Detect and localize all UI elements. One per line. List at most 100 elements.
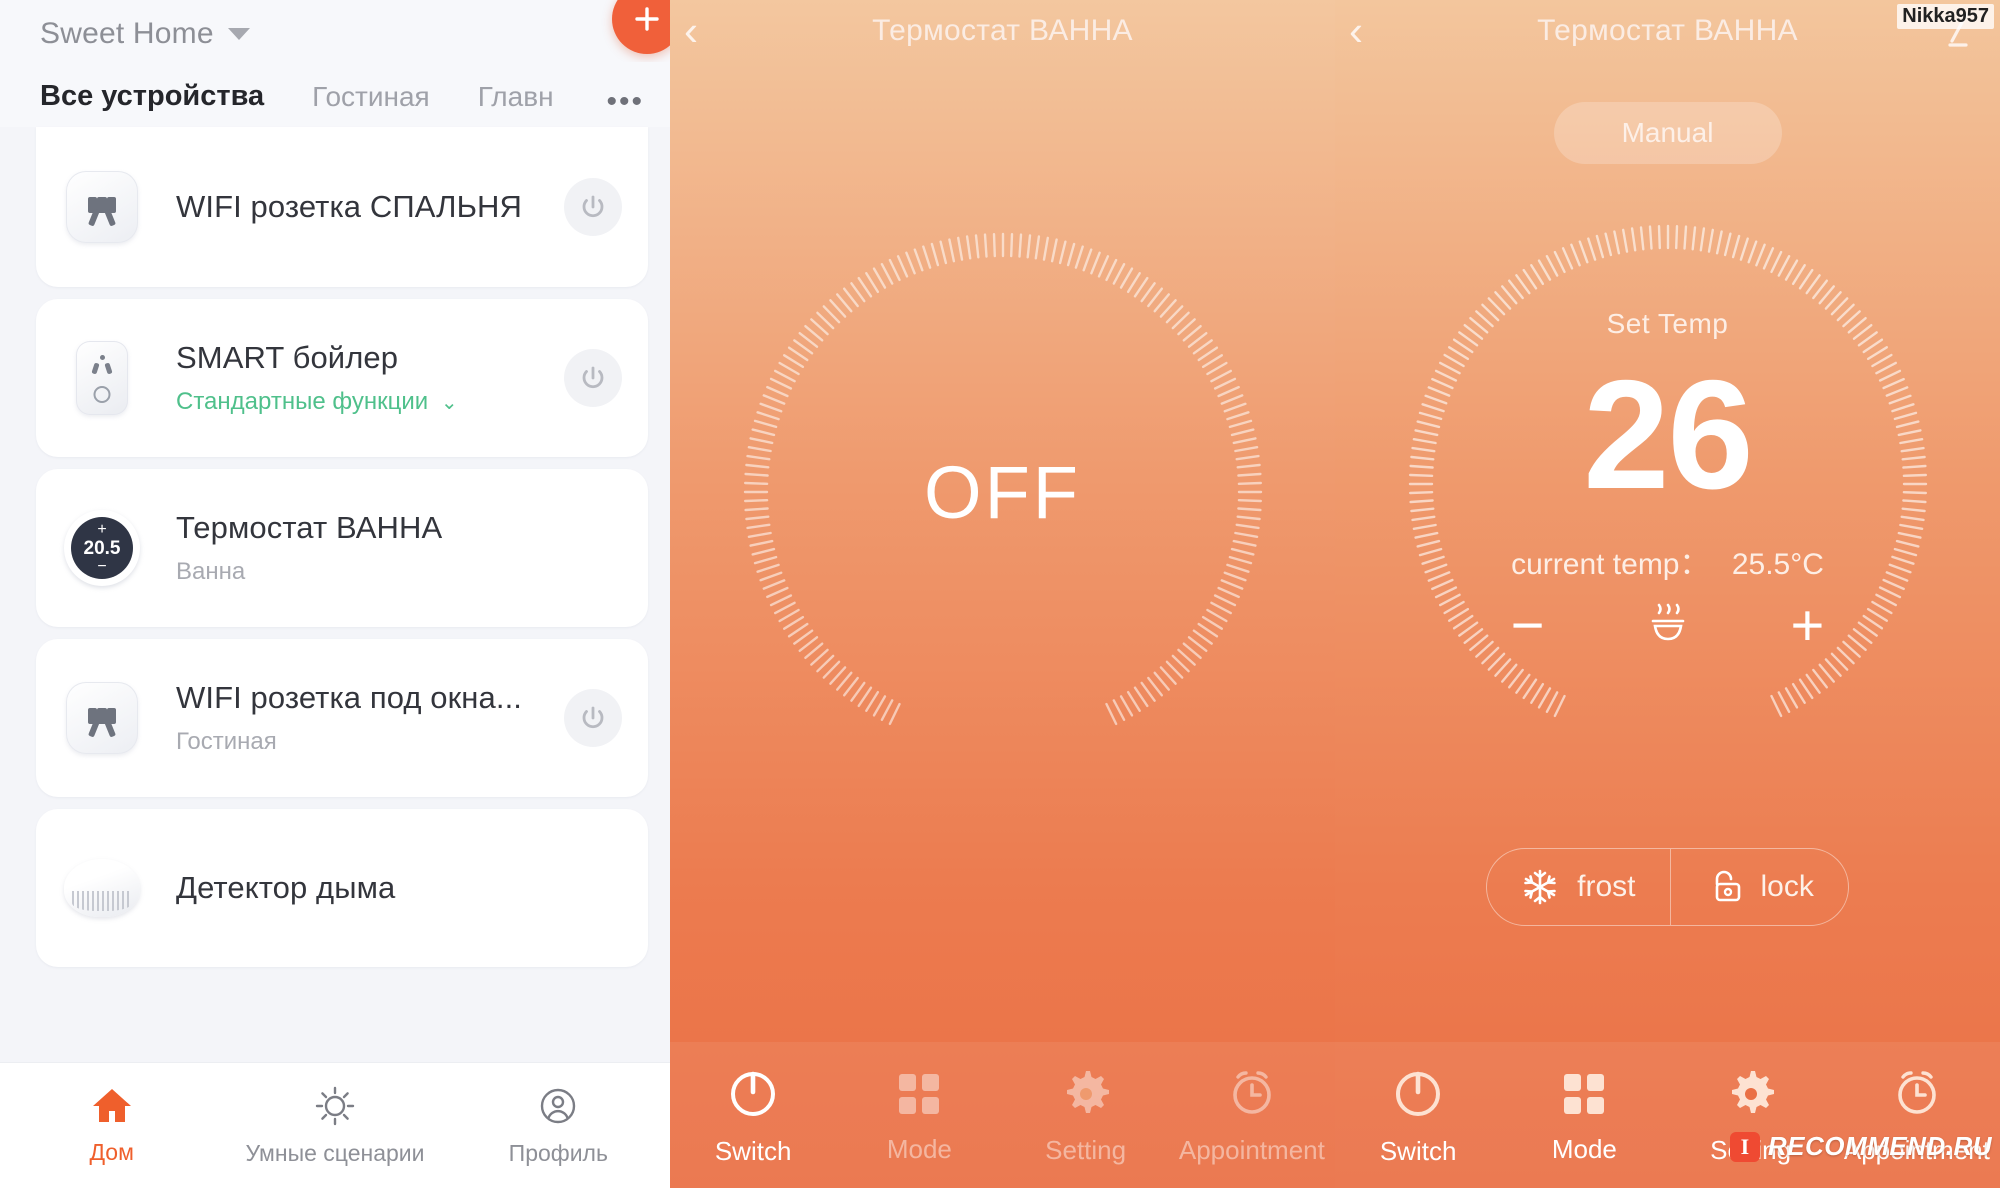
nav-item-home[interactable]: Дом bbox=[0, 1085, 223, 1166]
mini-action-label: lock bbox=[1760, 870, 1814, 903]
alarm-clock-icon bbox=[1898, 1070, 1936, 1114]
smart-plug-icon bbox=[64, 340, 140, 416]
tab-mode[interactable]: Mode bbox=[1501, 1066, 1667, 1165]
chevron-down-icon[interactable]: ⌄ bbox=[441, 392, 458, 414]
room-tab-all-devices[interactable]: Все устройства bbox=[40, 80, 264, 113]
tab-mode[interactable]: Mode bbox=[836, 1066, 1002, 1165]
app-screenshot: Sweet Home Все устройства Гостиная Главн… bbox=[0, 0, 2000, 1188]
lock-button[interactable]: lock bbox=[1669, 849, 1848, 925]
chevron-down-icon[interactable] bbox=[227, 28, 250, 40]
dial-ticks bbox=[743, 232, 1262, 726]
frost-button[interactable]: frost bbox=[1487, 849, 1669, 925]
mode-pill-manual[interactable]: Manual bbox=[1553, 102, 1782, 164]
temperature-dial-on[interactable]: Set Temp 26 current temp： 25.5°C − + bbox=[1388, 204, 1948, 764]
back-button[interactable]: ‹ bbox=[684, 0, 698, 62]
mini-action-label: frost bbox=[1577, 870, 1636, 903]
room-tab-main[interactable]: Главн bbox=[478, 81, 554, 113]
thermostat-header: ‹ Термостат ВАННА bbox=[670, 0, 1335, 62]
home-device-list-panel: Sweet Home Все устройства Гостиная Главн… bbox=[0, 0, 670, 1188]
mini-action-group: frost lock bbox=[1486, 848, 1849, 926]
room-tabs-more-button[interactable]: ••• bbox=[606, 87, 644, 117]
tab-label: Mode bbox=[1551, 1133, 1617, 1164]
thermostat-tabbar: Switch Mode Setting bbox=[1335, 1042, 2000, 1188]
device-subtitle[interactable]: Стандартные функции ⌄ bbox=[176, 388, 564, 416]
thermostat-off-panel: ‹ Термостат ВАННА OFF Switch Mode Settin… bbox=[670, 0, 1335, 1188]
room-tab-living-room[interactable]: Гостиная bbox=[312, 81, 430, 113]
device-power-toggle[interactable] bbox=[564, 178, 622, 236]
gear-icon bbox=[1731, 1070, 1774, 1113]
device-subtitle: Ванна bbox=[176, 558, 246, 585]
thermostat-dial-icon: + 20.5 − bbox=[64, 510, 140, 586]
device-text: Термостат ВАННА Ванна bbox=[176, 510, 622, 586]
power-icon bbox=[582, 366, 604, 389]
nav-label: Профиль bbox=[508, 1140, 608, 1166]
device-title: SMART бойлер bbox=[176, 340, 399, 375]
nav-item-profile[interactable]: Профиль bbox=[447, 1084, 670, 1167]
tab-label: Appointment bbox=[1178, 1134, 1325, 1165]
nav-label: Дом bbox=[89, 1139, 134, 1165]
nav-item-smart-scenarios[interactable]: Умные сценарии bbox=[223, 1084, 446, 1167]
snowflake-icon bbox=[1524, 869, 1556, 905]
power-icon bbox=[1396, 1071, 1441, 1116]
unlocked-padlock-icon bbox=[1715, 870, 1740, 902]
device-text: SMART бойлер Стандартные функции ⌄ bbox=[176, 340, 564, 416]
thermostat-on-panel: ‹ Термостат ВАННА Manual Set Temp 26 cur… bbox=[1335, 0, 2000, 1188]
device-card-wifi-socket-window[interactable]: WIFI розетка под окна... Гостиная bbox=[36, 639, 648, 797]
home-name-label[interactable]: Sweet Home bbox=[40, 17, 214, 51]
tab-switch[interactable]: Switch bbox=[670, 1064, 836, 1167]
page-title: Термостат ВАННА bbox=[872, 14, 1133, 47]
plus-icon bbox=[635, 7, 659, 31]
power-icon bbox=[582, 195, 604, 218]
tab-label: Mode bbox=[886, 1133, 952, 1164]
power-icon bbox=[582, 706, 604, 729]
tab-label: Switch bbox=[714, 1135, 792, 1166]
device-list: WIFI розетка СПАЛЬНЯ SMART бойлер Станда… bbox=[0, 127, 670, 967]
tab-setting[interactable]: Setting bbox=[1003, 1065, 1169, 1166]
room-tabs: Все устройства Гостиная Главн ••• bbox=[0, 62, 670, 127]
device-card-smoke-detector[interactable]: Детектор дыма bbox=[36, 809, 648, 967]
device-power-toggle[interactable] bbox=[564, 349, 622, 407]
sun-icon bbox=[315, 1086, 355, 1126]
dial-plus-glyph: + bbox=[97, 520, 107, 538]
page-title: Термостат ВАННА bbox=[1537, 14, 1798, 47]
grid-icon bbox=[899, 1073, 940, 1114]
device-title: WIFI розетка под окна... bbox=[176, 680, 522, 715]
socket-icon bbox=[64, 680, 140, 756]
tab-switch[interactable]: Switch bbox=[1335, 1064, 1501, 1167]
tab-appointment[interactable]: Appointment bbox=[1169, 1065, 1335, 1166]
device-card-smart-boiler[interactable]: SMART бойлер Стандартные функции ⌄ bbox=[36, 299, 648, 457]
device-card-thermostat-bathroom[interactable]: + 20.5 − Термостат ВАННА Ванна bbox=[36, 469, 648, 627]
user-circle-icon bbox=[541, 1088, 576, 1124]
smoke-detector-icon bbox=[64, 850, 140, 926]
temperature-dial-off[interactable]: OFF bbox=[723, 212, 1283, 772]
dial-temp-value: 20.5 bbox=[83, 537, 121, 559]
tab-label: Switch bbox=[1379, 1135, 1457, 1166]
device-text: WIFI розетка СПАЛЬНЯ bbox=[176, 189, 564, 225]
device-card-wifi-socket-bedroom[interactable]: WIFI розетка СПАЛЬНЯ bbox=[36, 127, 648, 287]
bottom-navigation: Дом Умные сценарии Профиль bbox=[0, 1062, 670, 1188]
device-text: WIFI розетка под окна... Гостиная bbox=[176, 680, 564, 756]
gear-icon bbox=[1066, 1070, 1109, 1113]
device-text: Детектор дыма bbox=[176, 870, 622, 906]
thermostat-tabbar: Switch Mode Setting bbox=[670, 1042, 1335, 1188]
nav-label: Умные сценарии bbox=[245, 1140, 425, 1166]
home-icon bbox=[92, 1089, 131, 1122]
dial-minus-glyph: − bbox=[97, 557, 107, 575]
home-header: Sweet Home bbox=[0, 0, 670, 62]
watermark-brand: I RECOMMEND.RU bbox=[1729, 1131, 1992, 1162]
tab-label: Setting bbox=[1045, 1134, 1127, 1165]
back-button[interactable]: ‹ bbox=[1349, 0, 1363, 62]
brand-text: RECOMMEND.RU bbox=[1767, 1131, 1992, 1161]
mini-action-group-wrap: frost lock bbox=[1335, 848, 2000, 926]
add-device-button[interactable] bbox=[612, 0, 670, 54]
grid-icon bbox=[1564, 1073, 1605, 1114]
device-subtitle-text: Стандартные функции bbox=[176, 388, 429, 415]
device-title: Термостат ВАННА bbox=[176, 510, 443, 545]
alarm-clock-icon bbox=[1233, 1070, 1271, 1114]
brand-badge-icon: I bbox=[1729, 1131, 1760, 1162]
dial-ticks bbox=[1408, 224, 1927, 718]
device-title: Детектор дыма bbox=[176, 870, 396, 905]
power-icon bbox=[731, 1071, 776, 1116]
device-power-toggle[interactable] bbox=[564, 689, 622, 747]
device-subtitle: Гостиная bbox=[176, 728, 277, 755]
